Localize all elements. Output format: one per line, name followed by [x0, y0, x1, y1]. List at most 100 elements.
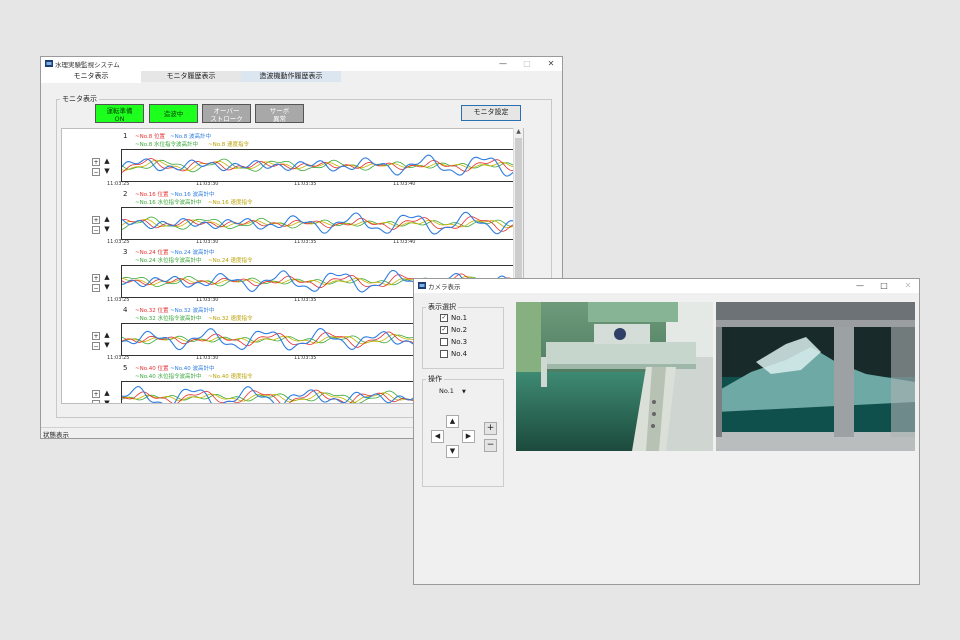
camera-checkbox-3[interactable]: No.3	[440, 338, 467, 346]
monitor-number: 3	[123, 248, 128, 256]
minimize-icon[interactable]: —	[498, 58, 508, 69]
legend-position: ~No.24 位置	[135, 250, 169, 256]
monitor-row: 2 ~No.16 位置 ~No.16 波高計中 ~No.16 水位指令波高計中 …	[62, 187, 523, 245]
scale-up-icon[interactable]: ▲	[102, 389, 112, 397]
pan-right-button[interactable]: ▶	[462, 430, 475, 443]
close-icon: ✕	[904, 281, 912, 290]
zoom-in-button[interactable]: +	[484, 422, 497, 435]
window-title: 水理実験監視システム	[55, 61, 120, 69]
tab-monitor[interactable]: モニタ表示	[41, 71, 141, 83]
operation-label: 操作	[426, 374, 444, 384]
minimize-icon[interactable]: —	[855, 280, 865, 291]
zoom-in-button[interactable]: +	[92, 390, 100, 398]
camera-checkbox-1[interactable]: ✓ No.1	[440, 314, 467, 322]
monitor-number: 2	[123, 190, 128, 198]
maximize-icon: □	[523, 59, 531, 68]
legend-wave-gauge: ~No.40 波高計中	[170, 366, 215, 372]
scroll-thumb[interactable]	[515, 138, 522, 288]
camera-feed-2	[716, 302, 915, 451]
status-bar-text: 状態表示	[43, 431, 69, 439]
legend-speed-command: ~No.24 速度指令	[208, 258, 253, 264]
chevron-down-icon: ▼	[462, 389, 466, 395]
maximize-icon[interactable]: □	[879, 280, 889, 291]
legend-speed-command: ~No.32 速度指令	[208, 316, 253, 322]
monitor-row: 1 ~No.8 位置 ~No.8 波高計中 ~No.8 水位指令波高計中 ~No…	[62, 129, 523, 187]
status-label: 異常	[273, 115, 286, 123]
scale-down-icon[interactable]: ▼	[102, 341, 112, 349]
status-label: サーボ	[269, 107, 290, 115]
pan-left-button[interactable]: ◀	[431, 430, 444, 443]
waveform-svg	[121, 211, 515, 235]
status-label: ストローク	[210, 115, 243, 123]
tab-monitor-history[interactable]: モニタ履歴表示	[141, 71, 241, 82]
zoom-in-button[interactable]: +	[92, 274, 100, 282]
legend-wave-gauge: ~No.32 波高計中	[170, 308, 215, 314]
camera-feed-1-image	[516, 302, 713, 451]
monitor-number: 5	[123, 364, 128, 372]
camera-checkbox-4[interactable]: No.4	[440, 350, 467, 358]
camera-window-title: カメラ表示	[428, 283, 461, 291]
waveform-plot	[121, 207, 516, 240]
status-waving-indicator: 造波中	[149, 104, 198, 123]
camera-select-value: No.1	[439, 387, 454, 395]
zoom-in-button[interactable]: +	[92, 216, 100, 224]
scale-down-icon[interactable]: ▼	[102, 225, 112, 233]
legend-wave-gauge: ~No.16 波高計中	[170, 192, 215, 198]
camera-select[interactable]: No.1 ▼	[439, 386, 473, 397]
scroll-up-icon[interactable]: ▲	[514, 128, 523, 136]
legend-level-command: ~No.8 水位指令波高計中	[135, 142, 198, 148]
monitor-number: 4	[123, 306, 128, 314]
pan-up-button[interactable]: ▲	[446, 415, 459, 428]
legend-position: ~No.32 位置	[135, 308, 169, 314]
legend-level-command: ~No.32 水位指令波高計中	[135, 316, 202, 322]
status-label: オーバー	[213, 107, 240, 115]
app-icon	[45, 60, 53, 67]
legend-position: ~No.8 位置	[135, 134, 165, 140]
scale-up-icon[interactable]: ▲	[102, 215, 112, 223]
scale-up-icon[interactable]: ▲	[102, 331, 112, 339]
camera-checkbox-2[interactable]: ✓ No.2	[440, 326, 467, 334]
zoom-out-button[interactable]: −	[484, 439, 497, 452]
legend-speed-command: ~No.40 速度指令	[208, 374, 253, 380]
scale-down-icon[interactable]: ▼	[102, 283, 112, 291]
zoom-in-button[interactable]: +	[92, 158, 100, 166]
waveform-plot	[121, 149, 516, 182]
zoom-out-button[interactable]: −	[92, 168, 100, 176]
zoom-out-button[interactable]: −	[92, 400, 100, 403]
display-select-label: 表示選択	[426, 302, 458, 312]
waveform-svg	[121, 154, 515, 177]
legend-wave-gauge: ~No.8 波高計中	[170, 134, 211, 140]
legend-level-command: ~No.16 水位指令波高計中	[135, 200, 202, 206]
legend-position: ~No.16 位置	[135, 192, 169, 198]
checkbox-icon	[440, 338, 448, 346]
checkbox-label: No.4	[451, 350, 468, 358]
pan-down-button[interactable]: ▼	[446, 445, 459, 458]
legend-wave-gauge: ~No.24 波高計中	[170, 250, 215, 256]
scale-up-icon[interactable]: ▲	[102, 157, 112, 165]
monitor-settings-button[interactable]: モニタ設定	[461, 105, 521, 121]
zoom-out-button[interactable]: −	[92, 284, 100, 292]
camera-feed-2-image	[716, 302, 915, 451]
monitor-number: 1	[123, 132, 128, 140]
legend-speed-command: ~No.16 速度指令	[208, 200, 253, 206]
tab-wavemaker-history[interactable]: 造波機動作履歴表示	[241, 71, 341, 82]
scale-down-icon[interactable]: ▼	[102, 167, 112, 175]
status-servo-indicator: サーボ 異常	[255, 104, 304, 123]
zoom-in-button[interactable]: +	[92, 332, 100, 340]
checkbox-label: No.1	[451, 314, 468, 322]
monitor-window-titlebar[interactable]: 水理実験監視システム — □ ✕	[41, 57, 562, 71]
legend-level-command: ~No.40 水位指令波高計中	[135, 374, 202, 380]
status-overstroke-indicator: オーバー ストローク	[202, 104, 251, 123]
status-ready-indicator: 運転準備 ON	[95, 104, 144, 123]
camera-window-titlebar[interactable]: カメラ表示 — □ ✕	[414, 279, 919, 293]
close-icon[interactable]: ✕	[546, 58, 556, 69]
camera-feed-1	[516, 302, 713, 451]
zoom-out-button[interactable]: −	[92, 342, 100, 350]
scale-up-icon[interactable]: ▲	[102, 273, 112, 281]
checkbox-label: No.3	[451, 338, 468, 346]
scale-down-icon[interactable]: ▼	[102, 399, 112, 403]
zoom-out-button[interactable]: −	[92, 226, 100, 234]
checkbox-icon: ✓	[440, 314, 448, 322]
status-label: 運転準備	[106, 107, 133, 115]
status-label: 造波中	[163, 110, 184, 118]
